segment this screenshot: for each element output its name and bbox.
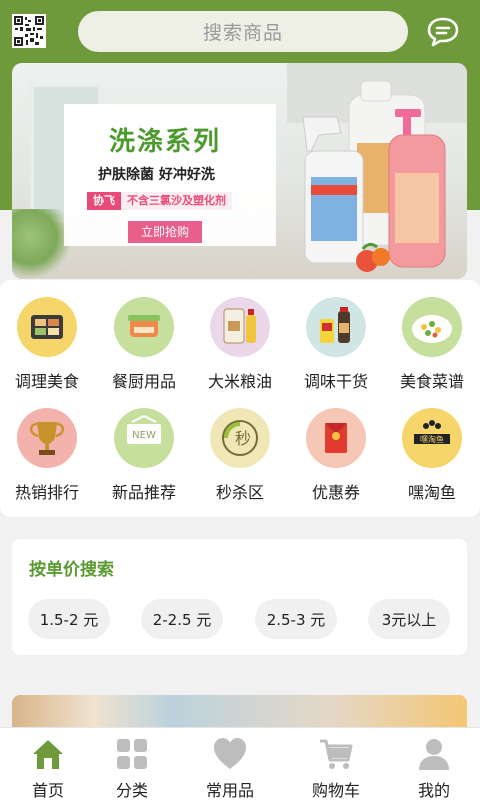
tab-cart-label: 购物车: [311, 781, 360, 800]
category-3[interactable]: 大米粮油: [192, 297, 288, 392]
price-search-panel: 按单价搜索 1.5-2 元 2-2.5 元 2.5-3 元 3元以上: [12, 539, 467, 655]
category-10[interactable]: 嘿淘鱼 嘿淘鱼: [384, 408, 480, 503]
category-label: 餐厨用品: [111, 372, 176, 391]
category-9[interactable]: 优惠券: [288, 408, 384, 503]
category-label: 调理美食: [14, 372, 79, 391]
category-2[interactable]: 餐厨用品: [96, 297, 192, 392]
banner-tagline: 协飞 不含三氯沙及塑化剂: [87, 192, 232, 210]
category-label: 秒杀区: [215, 483, 264, 502]
tab-home[interactable]: 首页: [0, 728, 96, 800]
category-label: 嘿淘鱼: [407, 483, 456, 502]
tab-cart[interactable]: 购物车: [288, 728, 384, 800]
seasoning-icon: [306, 297, 366, 357]
home-icon: [33, 740, 63, 769]
flash-sale-icon: 秒: [210, 408, 270, 468]
banner-plant-decor: [12, 209, 72, 279]
banner-brand: 协飞: [87, 192, 121, 210]
promo-banner[interactable]: 洗涤系列 护肤除菌 好冲好洗 协飞 不含三氯沙及塑化剂 立即抢购: [12, 63, 467, 279]
banner-title: 洗涤系列: [109, 127, 222, 157]
heitaoyu-logo-icon: 嘿淘鱼: [402, 408, 462, 468]
svg-text:秒: 秒: [235, 429, 251, 448]
red-envelope-icon: [306, 408, 366, 468]
category-label: 热销排行: [14, 483, 79, 502]
tab-favorites[interactable]: 常用品: [182, 728, 278, 800]
qr-code-icon[interactable]: [12, 14, 46, 48]
cart-icon: [320, 739, 353, 769]
rice-oil-icon: [210, 297, 270, 357]
grid-icon: [117, 739, 147, 769]
search-input[interactable]: 搜索商品: [78, 11, 408, 52]
tab-category-label: 分类: [115, 781, 148, 800]
category-1[interactable]: 调理美食: [0, 297, 95, 392]
price-option-3[interactable]: 2.5-3 元: [255, 599, 337, 639]
category-label: 美食菜谱: [399, 372, 464, 391]
tab-home-label: 首页: [31, 781, 64, 800]
svg-text:NEW: NEW: [132, 430, 156, 441]
category-6[interactable]: 热销排行: [0, 408, 95, 503]
recipe-icon: [402, 297, 462, 357]
price-option-4[interactable]: 3元以上: [368, 599, 450, 639]
category-5[interactable]: 美食菜谱: [384, 297, 480, 392]
bottom-tab-bar: 首页 分类 常用品 购物车 我的: [0, 727, 480, 800]
trophy-icon: [17, 408, 77, 468]
tab-profile[interactable]: 我的: [386, 728, 480, 800]
category-label: 调味干货: [303, 372, 368, 391]
category-label: 优惠券: [311, 483, 360, 502]
price-option-1[interactable]: 1.5-2 元: [28, 599, 110, 639]
banner-tagline-text: 不含三氯沙及塑化剂: [121, 192, 232, 210]
tab-profile-label: 我的: [417, 781, 450, 800]
category-label: 新品推荐: [111, 483, 176, 502]
category-8[interactable]: 秒秒杀区: [192, 408, 288, 503]
detergent-bottles-image: [302, 80, 446, 272]
svg-text:嘿淘鱼: 嘿淘鱼: [420, 434, 444, 444]
tab-category[interactable]: 分类: [84, 728, 180, 800]
banner-subtitle: 护肤除菌 好冲好洗: [98, 167, 215, 183]
person-icon: [419, 739, 449, 770]
category-7[interactable]: NEW 新品推荐: [96, 408, 192, 503]
category-label: 大米粮油: [207, 372, 272, 391]
chat-bubble-icon[interactable]: [426, 16, 460, 48]
new-sign-icon: NEW: [114, 408, 174, 468]
price-option-2[interactable]: 2-2.5 元: [141, 599, 223, 639]
search-placeholder: 搜索商品: [202, 22, 283, 44]
prepared-food-icon: [17, 297, 77, 357]
banner-buy-button[interactable]: 立即抢购: [128, 221, 202, 243]
category-4[interactable]: 调味干货: [288, 297, 384, 392]
kitchenware-icon: [114, 297, 174, 357]
heart-icon: [214, 738, 246, 769]
price-search-title: 按单价搜索: [29, 560, 114, 580]
tab-favorites-label: 常用品: [205, 781, 254, 800]
